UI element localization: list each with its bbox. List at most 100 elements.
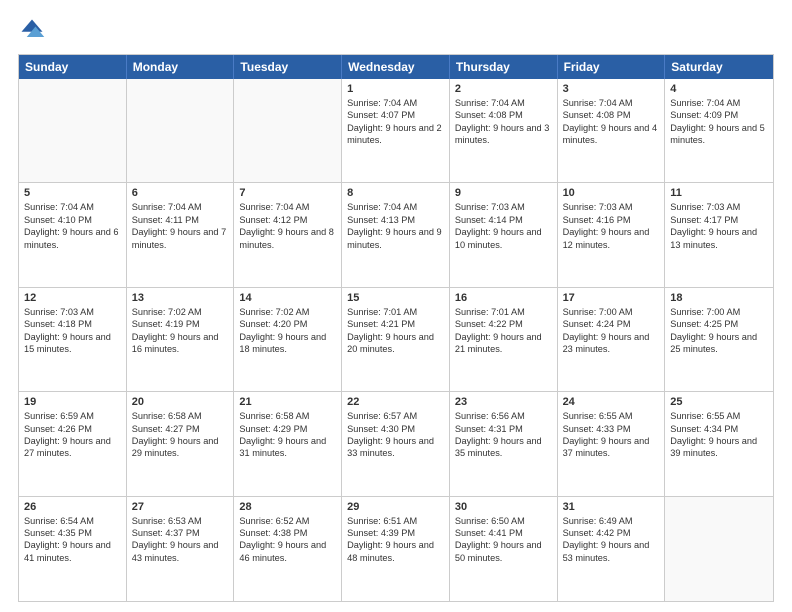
- cell-info: Sunrise: 7:04 AMSunset: 4:08 PMDaylight:…: [455, 97, 552, 147]
- weekday-header-thursday: Thursday: [450, 55, 558, 79]
- calendar-cell: [234, 79, 342, 182]
- day-number: 19: [24, 396, 121, 408]
- day-number: 25: [670, 396, 768, 408]
- day-number: 29: [347, 501, 444, 513]
- calendar-cell: [127, 79, 235, 182]
- cell-info: Sunrise: 7:03 AMSunset: 4:17 PMDaylight:…: [670, 201, 768, 251]
- day-number: 3: [563, 83, 660, 95]
- calendar-cell: 18 Sunrise: 7:00 AMSunset: 4:25 PMDayligh…: [665, 288, 773, 391]
- calendar-cell: 2Sunrise: 7:04 AMSunset: 4:08 PMDaylight…: [450, 79, 558, 182]
- cell-info: Sunrise: 6:52 AMSunset: 4:38 PMDaylight:…: [239, 515, 336, 565]
- cell-info: Sunrise: 7:04 AMSunset: 4:10 PMDaylight:…: [24, 201, 121, 251]
- cell-info: Sunrise: 6:55 AMSunset: 4:34 PMDaylight:…: [670, 410, 768, 460]
- calendar-cell: 25 Sunrise: 6:55 AMSunset: 4:34 PMDayligh…: [665, 392, 773, 495]
- calendar-cell: 12Sunrise: 7:03 AMSunset: 4:18 PMDayligh…: [19, 288, 127, 391]
- calendar-cell: 17 Sunrise: 7:00 AMSunset: 4:24 PMDayligh…: [558, 288, 666, 391]
- weekday-header-sunday: Sunday: [19, 55, 127, 79]
- cell-info: Sunrise: 7:04 AMSunset: 4:08 PMDaylight:…: [563, 97, 660, 147]
- cell-info: Sunrise: 6:54 AMSunset: 4:35 PMDaylight:…: [24, 515, 121, 565]
- cell-info: Sunrise: 6:59 AMSunset: 4:26 PMDaylight:…: [24, 410, 121, 460]
- cell-info: Sunrise: 6:58 AMSunset: 4:29 PMDaylight:…: [239, 410, 336, 460]
- weekday-header-tuesday: Tuesday: [234, 55, 342, 79]
- day-number: 13: [132, 292, 229, 304]
- day-number: 9: [455, 187, 552, 199]
- cell-info: Sunrise: 7:02 AMSunset: 4:19 PMDaylight:…: [132, 306, 229, 356]
- calendar-cell: 22Sunrise: 6:57 AMSunset: 4:30 PMDayligh…: [342, 392, 450, 495]
- calendar-cell: 28Sunrise: 6:52 AMSunset: 4:38 PMDayligh…: [234, 497, 342, 601]
- day-number: 11: [670, 187, 768, 199]
- day-number: 31: [563, 501, 660, 513]
- cell-info: Sunrise: 7:02 AMSunset: 4:20 PMDaylight:…: [239, 306, 336, 356]
- page: SundayMondayTuesdayWednesdayThursdayFrid…: [0, 0, 792, 612]
- calendar-cell: 31 Sunrise: 6:49 AMSunset: 4:42 PMDayligh…: [558, 497, 666, 601]
- cell-info: Sunrise: 7:04 AMSunset: 4:09 PMDaylight:…: [670, 97, 768, 147]
- calendar-cell: 1Sunrise: 7:04 AMSunset: 4:07 PMDaylight…: [342, 79, 450, 182]
- calendar-cell: 20 Sunrise: 6:58 AMSunset: 4:27 PMDayligh…: [127, 392, 235, 495]
- day-number: 24: [563, 396, 660, 408]
- cell-info: Sunrise: 6:50 AMSunset: 4:41 PMDaylight:…: [455, 515, 552, 565]
- calendar-cell: 30 Sunrise: 6:50 AMSunset: 4:41 PMDayligh…: [450, 497, 558, 601]
- calendar-cell: 16 Sunrise: 7:01 AMSunset: 4:22 PMDayligh…: [450, 288, 558, 391]
- cell-info: Sunrise: 7:04 AMSunset: 4:13 PMDaylight:…: [347, 201, 444, 251]
- calendar-header: SundayMondayTuesdayWednesdayThursdayFrid…: [19, 55, 773, 79]
- cell-info: Sunrise: 7:01 AMSunset: 4:22 PMDaylight:…: [455, 306, 552, 356]
- calendar-cell: [19, 79, 127, 182]
- calendar-cell: 10 Sunrise: 7:03 AMSunset: 4:16 PMDayligh…: [558, 183, 666, 286]
- cell-info: Sunrise: 6:53 AMSunset: 4:37 PMDaylight:…: [132, 515, 229, 565]
- calendar-cell: 4 Sunrise: 7:04 AMSunset: 4:09 PMDaylight…: [665, 79, 773, 182]
- calendar-cell: 6 Sunrise: 7:04 AMSunset: 4:11 PMDaylight…: [127, 183, 235, 286]
- day-number: 16: [455, 292, 552, 304]
- cell-info: Sunrise: 7:01 AMSunset: 4:21 PMDaylight:…: [347, 306, 444, 356]
- calendar-cell: 26 Sunrise: 6:54 AMSunset: 4:35 PMDayligh…: [19, 497, 127, 601]
- day-number: 6: [132, 187, 229, 199]
- calendar-row-1: 1Sunrise: 7:04 AMSunset: 4:07 PMDaylight…: [19, 79, 773, 183]
- day-number: 1: [347, 83, 444, 95]
- calendar-row-2: 5 Sunrise: 7:04 AMSunset: 4:10 PMDaylight…: [19, 183, 773, 287]
- cell-info: Sunrise: 7:03 AMSunset: 4:18 PMDaylight:…: [24, 306, 121, 356]
- cell-info: Sunrise: 6:55 AMSunset: 4:33 PMDaylight:…: [563, 410, 660, 460]
- cell-info: Sunrise: 7:00 AMSunset: 4:24 PMDaylight:…: [563, 306, 660, 356]
- calendar-cell: [665, 497, 773, 601]
- day-number: 26: [24, 501, 121, 513]
- cell-info: Sunrise: 7:00 AMSunset: 4:25 PMDaylight:…: [670, 306, 768, 356]
- day-number: 22: [347, 396, 444, 408]
- calendar-cell: 9Sunrise: 7:03 AMSunset: 4:14 PMDaylight…: [450, 183, 558, 286]
- calendar-cell: 7Sunrise: 7:04 AMSunset: 4:12 PMDaylight…: [234, 183, 342, 286]
- calendar-row-4: 19 Sunrise: 6:59 AMSunset: 4:26 PMDayligh…: [19, 392, 773, 496]
- logo-icon: [18, 16, 46, 44]
- day-number: 17: [563, 292, 660, 304]
- cell-info: Sunrise: 6:58 AMSunset: 4:27 PMDaylight:…: [132, 410, 229, 460]
- logo: [18, 16, 50, 44]
- day-number: 23: [455, 396, 552, 408]
- header: [18, 16, 774, 44]
- cell-info: Sunrise: 7:04 AMSunset: 4:11 PMDaylight:…: [132, 201, 229, 251]
- day-number: 21: [239, 396, 336, 408]
- weekday-header-wednesday: Wednesday: [342, 55, 450, 79]
- day-number: 14: [239, 292, 336, 304]
- day-number: 8: [347, 187, 444, 199]
- day-number: 7: [239, 187, 336, 199]
- day-number: 10: [563, 187, 660, 199]
- day-number: 27: [132, 501, 229, 513]
- calendar-cell: 14 Sunrise: 7:02 AMSunset: 4:20 PMDayligh…: [234, 288, 342, 391]
- day-number: 30: [455, 501, 552, 513]
- calendar-cell: 24 Sunrise: 6:55 AMSunset: 4:33 PMDayligh…: [558, 392, 666, 495]
- cell-info: Sunrise: 6:49 AMSunset: 4:42 PMDaylight:…: [563, 515, 660, 565]
- calendar-cell: 13 Sunrise: 7:02 AMSunset: 4:19 PMDayligh…: [127, 288, 235, 391]
- calendar-cell: 15 Sunrise: 7:01 AMSunset: 4:21 PMDayligh…: [342, 288, 450, 391]
- calendar-body: 1Sunrise: 7:04 AMSunset: 4:07 PMDaylight…: [19, 79, 773, 601]
- day-number: 5: [24, 187, 121, 199]
- calendar-row-3: 12Sunrise: 7:03 AMSunset: 4:18 PMDayligh…: [19, 288, 773, 392]
- calendar-cell: 8 Sunrise: 7:04 AMSunset: 4:13 PMDaylight…: [342, 183, 450, 286]
- weekday-header-friday: Friday: [558, 55, 666, 79]
- calendar-cell: 29Sunrise: 6:51 AMSunset: 4:39 PMDayligh…: [342, 497, 450, 601]
- day-number: 15: [347, 292, 444, 304]
- calendar-cell: 19 Sunrise: 6:59 AMSunset: 4:26 PMDayligh…: [19, 392, 127, 495]
- cell-info: Sunrise: 6:56 AMSunset: 4:31 PMDaylight:…: [455, 410, 552, 460]
- cell-info: Sunrise: 7:03 AMSunset: 4:16 PMDaylight:…: [563, 201, 660, 251]
- day-number: 18: [670, 292, 768, 304]
- day-number: 20: [132, 396, 229, 408]
- calendar-cell: 21 Sunrise: 6:58 AMSunset: 4:29 PMDayligh…: [234, 392, 342, 495]
- day-number: 4: [670, 83, 768, 95]
- weekday-header-monday: Monday: [127, 55, 235, 79]
